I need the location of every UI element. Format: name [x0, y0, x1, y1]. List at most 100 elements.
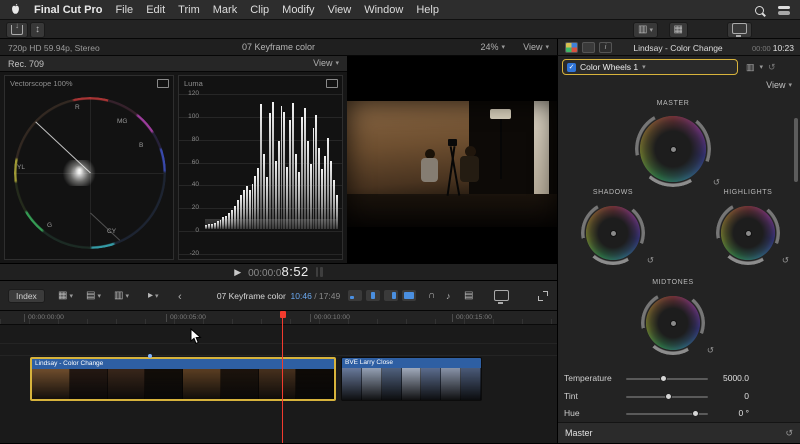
- import-icon: ↓: [11, 25, 23, 35]
- reset-icon[interactable]: ↺: [707, 345, 714, 356]
- menu-item-view[interactable]: View: [328, 4, 352, 16]
- reset-icon[interactable]: ↺: [785, 423, 793, 444]
- menu-item-mark[interactable]: Mark: [213, 4, 237, 16]
- timeline-option-2[interactable]: ▤▾: [86, 291, 101, 301]
- chevron-down-icon: ▾: [788, 82, 792, 89]
- effect-checkbox[interactable]: ✓: [567, 63, 576, 72]
- waveform-bar: [315, 115, 317, 229]
- inspector-scrollbar[interactable]: [794, 118, 798, 182]
- resize-toggle-button[interactable]: ↕: [30, 22, 45, 38]
- reset-icon[interactable]: ↺: [647, 255, 654, 266]
- waveform-bar: [249, 190, 251, 229]
- slider-temperature: Temperature 5000.0: [562, 370, 797, 385]
- viewer-view-menu[interactable]: View▾: [523, 42, 549, 52]
- menu-item-help[interactable]: Help: [416, 4, 439, 16]
- connect-edit-icon[interactable]: [348, 290, 362, 301]
- fullscreen-icon[interactable]: [538, 291, 548, 301]
- app-name[interactable]: Final Cut Pro: [34, 4, 102, 16]
- slider-knob[interactable]: [660, 375, 667, 382]
- filmstrip-thumb: [421, 368, 441, 401]
- color-inspector-tab[interactable]: [565, 42, 578, 53]
- reset-icon[interactable]: ↺: [768, 62, 776, 73]
- color-wheel-highlights[interactable]: ↺: [716, 201, 780, 265]
- menu-item-clip[interactable]: Clip: [250, 4, 269, 16]
- control-center-icon[interactable]: [778, 6, 790, 15]
- reset-icon[interactable]: ↺: [782, 255, 789, 266]
- effect-row-color-wheels[interactable]: ✓ Color Wheels 1 ▾: [562, 59, 738, 75]
- waveform-bar: [240, 195, 242, 229]
- audio-skimming-icon[interactable]: ∩: [428, 290, 435, 301]
- info-inspector-tab[interactable]: i: [599, 42, 612, 53]
- wheel-center-handle[interactable]: [670, 320, 677, 327]
- waveform-bar: [286, 167, 288, 229]
- clip-lindsay-color-change[interactable]: Lindsay - Color Change: [30, 357, 336, 401]
- menu-item-trim[interactable]: Trim: [178, 4, 200, 16]
- append-edit-icon[interactable]: [384, 290, 398, 301]
- media-browser-icon[interactable]: ▤: [464, 291, 473, 301]
- menu-item-modify[interactable]: Modify: [282, 4, 314, 16]
- scene-person2-head: [465, 146, 476, 157]
- menu-item-window[interactable]: Window: [364, 4, 403, 16]
- waveform-bar: [327, 138, 329, 229]
- inspector-timecode: 00:0010:23: [752, 43, 794, 53]
- wheel-center-handle[interactable]: [745, 230, 752, 237]
- play-button[interactable]: ▶: [234, 267, 241, 278]
- waveform-bar: [324, 156, 326, 229]
- browser-layout-button[interactable]: ▥▾: [633, 22, 658, 38]
- color-wheel-shadows[interactable]: ↺: [581, 201, 645, 265]
- master-section-header[interactable]: Master ↺: [558, 422, 800, 443]
- clip-bve-larry-close[interactable]: BVE Larry Close: [341, 357, 482, 401]
- menu-item-file[interactable]: File: [115, 4, 133, 16]
- scene-floor: [347, 194, 557, 227]
- overwrite-edit-icon[interactable]: [402, 290, 416, 301]
- timeline-option-3[interactable]: ▥▾: [114, 291, 129, 301]
- inspector-clip-title: Lindsay - Color Change: [616, 43, 740, 53]
- inspector-view-menu[interactable]: View▾: [766, 80, 792, 90]
- keyframe-dot[interactable]: [148, 354, 152, 358]
- mouse-cursor: [190, 328, 202, 350]
- color-wheel-midtones[interactable]: ↺: [641, 291, 705, 355]
- pane-icon: ▥: [638, 25, 647, 35]
- menu-item-edit[interactable]: Edit: [146, 4, 165, 16]
- waveform-bar: [307, 141, 309, 229]
- waveform-bar: [336, 195, 338, 229]
- chevron-down-icon: ▾: [545, 44, 549, 51]
- slider-knob[interactable]: [665, 393, 672, 400]
- insert-edit-icon[interactable]: [366, 290, 380, 301]
- inspector-header: i Lindsay - Color Change 00:0010:23: [557, 39, 800, 56]
- zoom-menu[interactable]: 24%▾: [480, 42, 505, 52]
- scopes-view-menu[interactable]: View▾: [313, 58, 339, 68]
- waveform-bar: [266, 177, 268, 229]
- scene-wall: [347, 101, 469, 199]
- grid-view-button[interactable]: ▦: [669, 22, 688, 38]
- chevron-down-icon[interactable]: ▾: [760, 64, 764, 71]
- select-tool-menu[interactable]: ▸▾: [148, 291, 159, 301]
- import-button[interactable]: ↓: [6, 22, 28, 38]
- av-output-button[interactable]: [727, 22, 752, 38]
- timeline-ruler[interactable]: 00:00:00:0000:00:05:0000:00:10:0000:00:1…: [0, 311, 557, 325]
- waveform-bar: [292, 103, 294, 229]
- chevron-down-icon: ▾: [642, 64, 646, 71]
- pane-icon[interactable]: ▥: [746, 62, 755, 73]
- select-tool-icon: ▸: [148, 291, 153, 301]
- scene-dark-side: [469, 101, 557, 227]
- filmstrip-thumb: [108, 369, 146, 401]
- back-button[interactable]: ‹: [178, 291, 182, 303]
- music-browser-icon[interactable]: ♪: [446, 291, 451, 301]
- wheel-center-handle[interactable]: [610, 230, 617, 237]
- apple-logo-icon[interactable]: [10, 3, 21, 16]
- search-icon[interactable]: [755, 6, 764, 15]
- index-button[interactable]: Index: [8, 289, 45, 303]
- waveform-bar: [208, 224, 210, 229]
- reset-icon[interactable]: ↺: [713, 177, 720, 188]
- display-icon[interactable]: [326, 79, 338, 88]
- video-inspector-tab[interactable]: [582, 42, 595, 53]
- display-icon[interactable]: [157, 79, 169, 88]
- timeline-option-1[interactable]: ▦▾: [58, 291, 73, 301]
- scene-lightstand: [500, 119, 502, 179]
- wheel-center-handle[interactable]: [670, 146, 677, 153]
- playhead[interactable]: [282, 311, 283, 443]
- color-wheel-master[interactable]: ↺: [635, 111, 711, 187]
- timeline-monitor-icon[interactable]: [494, 290, 509, 301]
- audio-meters[interactable]: [316, 267, 323, 277]
